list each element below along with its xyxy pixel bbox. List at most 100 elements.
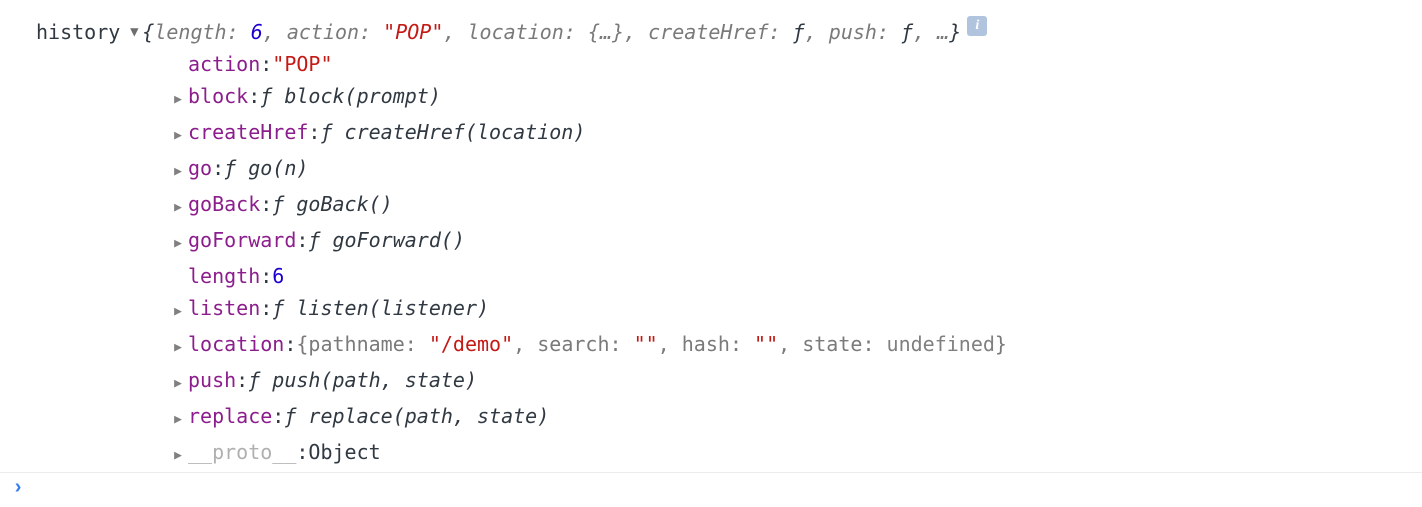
property-value: ƒ push(path, state) [248, 364, 477, 396]
expand-arrow-icon[interactable]: ▶ [168, 332, 188, 364]
expand-arrow-icon[interactable]: ▼ [126, 16, 142, 48]
summary-value: {…} [588, 20, 624, 44]
property-row-goBack[interactable]: ▶goBack: ƒ goBack() [168, 188, 1422, 224]
value-segment: ƒ createHref(location) [320, 120, 585, 144]
property-row-createHref[interactable]: ▶createHref: ƒ createHref(location) [168, 116, 1422, 152]
value-segment: , [513, 332, 537, 356]
value-segment: pathname [308, 332, 404, 356]
expand-arrow-icon[interactable]: ▶ [168, 192, 188, 224]
summary-key: createHref [648, 20, 768, 44]
property-value: ƒ block(prompt) [260, 80, 441, 112]
summary-value: 6 [251, 20, 263, 44]
value-segment: undefined [887, 332, 995, 356]
property-row-replace[interactable]: ▶replace: ƒ replace(path, state) [168, 400, 1422, 436]
property-value: "POP" [272, 48, 332, 80]
property-value: ƒ createHref(location) [320, 116, 585, 148]
console-prompt[interactable]: › [0, 473, 1422, 506]
value-segment: : [405, 332, 429, 356]
property-colon: : [212, 152, 224, 184]
object-summary: {length: 6, action: "POP", location: {…}… [142, 16, 961, 48]
property-key: length [188, 260, 260, 292]
value-segment: ƒ go(n) [224, 156, 308, 180]
property-colon: : [296, 436, 308, 468]
variable-name: history [36, 16, 120, 48]
value-segment: "POP" [272, 52, 332, 76]
root-row[interactable]: history ▼ {length: 6, action: "POP", loc… [36, 16, 1422, 48]
property-colon: : [236, 364, 248, 396]
property-colon: : [260, 188, 272, 220]
expand-arrow-icon[interactable]: ▶ [168, 404, 188, 436]
value-segment: ƒ goBack() [272, 192, 392, 216]
property-key: location [188, 328, 284, 360]
property-colon: : [260, 260, 272, 292]
property-key: __proto__ [188, 436, 296, 468]
property-row-go[interactable]: ▶go: ƒ go(n) [168, 152, 1422, 188]
summary-sep: , [263, 20, 287, 44]
console-output: history ▼ {length: 6, action: "POP", loc… [0, 0, 1422, 473]
property-row-goForward[interactable]: ▶goForward: ƒ goForward() [168, 224, 1422, 260]
property-row-location[interactable]: ▶location: {pathname: "/demo", search: "… [168, 328, 1422, 364]
brace-close: } [949, 20, 961, 44]
value-segment: { [296, 332, 308, 356]
value-segment: ƒ replace(path, state) [284, 404, 549, 428]
expand-arrow-icon[interactable]: ▶ [168, 228, 188, 260]
summary-sep: , [624, 20, 648, 44]
property-colon: : [296, 224, 308, 256]
summary-ellipsis: , … [913, 20, 949, 44]
value-segment: "" [634, 332, 658, 356]
property-colon: : [260, 48, 272, 80]
property-key: goForward [188, 224, 296, 256]
summary-colon: : [564, 20, 588, 44]
summary-colon: : [359, 20, 383, 44]
expand-arrow-icon[interactable]: ▶ [168, 440, 188, 472]
property-colon: : [308, 116, 320, 148]
value-segment: ƒ goForward() [308, 228, 465, 252]
value-segment: search [537, 332, 609, 356]
expand-arrow-icon[interactable]: ▶ [168, 156, 188, 188]
property-key: replace [188, 400, 272, 432]
expand-arrow-icon[interactable]: ▶ [168, 368, 188, 400]
property-key: action [188, 48, 260, 80]
property-value: ƒ replace(path, state) [284, 400, 549, 432]
property-row-proto[interactable]: ▶__proto__: Object [168, 436, 1422, 472]
summary-sep: , [805, 20, 829, 44]
value-segment: Object [308, 440, 380, 464]
property-key: createHref [188, 116, 308, 148]
property-row-action: action: "POP" [168, 48, 1422, 80]
property-row-block[interactable]: ▶block: ƒ block(prompt) [168, 80, 1422, 116]
summary-colon: : [769, 20, 793, 44]
value-segment: hash [682, 332, 730, 356]
value-segment: "" [754, 332, 778, 356]
value-segment: : [862, 332, 886, 356]
property-key: listen [188, 292, 260, 324]
property-colon: : [272, 400, 284, 432]
value-segment: , [778, 332, 802, 356]
value-segment: , [658, 332, 682, 356]
info-icon[interactable]: i [967, 16, 987, 36]
value-segment: : [609, 332, 633, 356]
property-value: ƒ goBack() [272, 188, 392, 220]
summary-value: ƒ [793, 20, 805, 44]
value-segment: ƒ block(prompt) [260, 84, 441, 108]
value-segment: } [995, 332, 1007, 356]
property-key: go [188, 152, 212, 184]
property-colon: : [284, 328, 296, 360]
summary-sep: , [443, 20, 467, 44]
brace-open: { [142, 20, 154, 44]
summary-key: action [287, 20, 359, 44]
property-row-listen[interactable]: ▶listen: ƒ listen(listener) [168, 292, 1422, 328]
property-colon: : [260, 292, 272, 324]
expand-arrow-icon[interactable]: ▶ [168, 84, 188, 116]
expand-arrow-icon[interactable]: ▶ [168, 120, 188, 152]
value-segment: 6 [272, 264, 284, 288]
expand-arrow-icon[interactable]: ▶ [168, 296, 188, 328]
property-row-push[interactable]: ▶push: ƒ push(path, state) [168, 364, 1422, 400]
value-segment: state [802, 332, 862, 356]
value-segment: : [730, 332, 754, 356]
value-segment: ƒ listen(listener) [272, 296, 489, 320]
property-key: push [188, 364, 236, 396]
property-value: ƒ go(n) [224, 152, 308, 184]
summary-value: "POP" [383, 20, 443, 44]
object-properties: action: "POP"▶block: ƒ block(prompt)▶cre… [36, 48, 1422, 472]
summary-colon: : [877, 20, 901, 44]
